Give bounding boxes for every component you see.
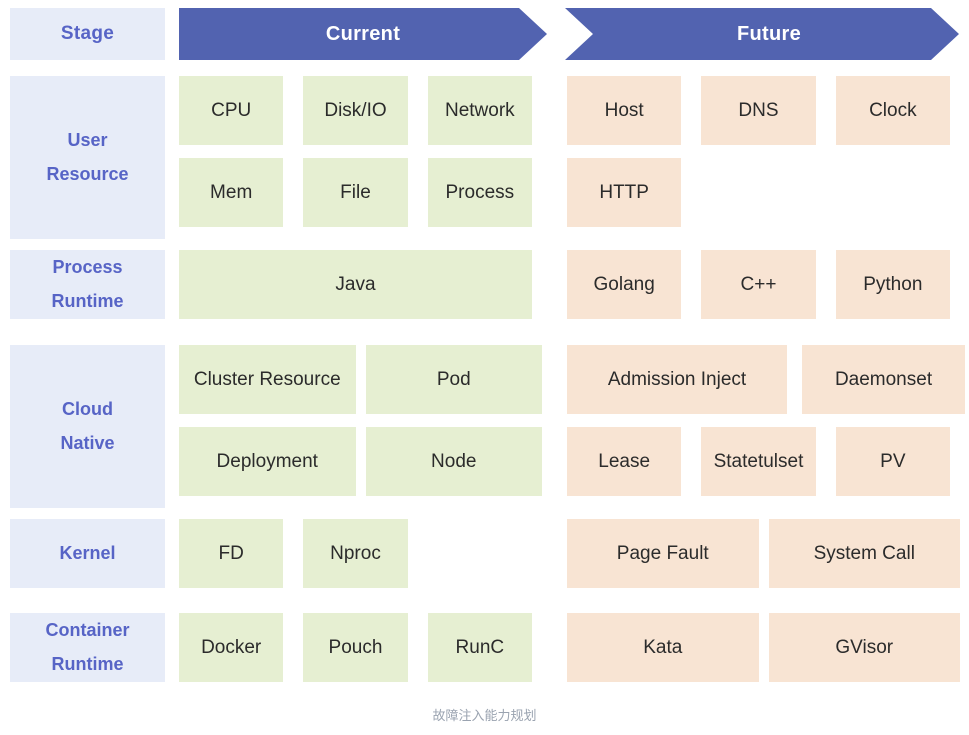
- capability-cell: Docker: [179, 613, 284, 682]
- capability-cell: File: [303, 158, 408, 227]
- stage-cell: User Resource: [10, 76, 165, 239]
- stage-cell-line: Kernel: [59, 542, 116, 563]
- stage-cell-line: Runtime: [51, 290, 124, 311]
- capability-cell: Page Fault: [567, 519, 759, 588]
- stage-cell-line: Process: [52, 257, 123, 278]
- header-future-label: Future: [736, 22, 802, 45]
- stage-cell-line: Cloud: [62, 399, 113, 420]
- diagram-row: User Resource CPU Disk/IO Network Mem File Proc…: [0, 76, 969, 239]
- capability-cell: DNS: [701, 76, 816, 145]
- capability-cell: Golang: [567, 250, 682, 319]
- capability-roadmap-diagram: Stage Current Future User Resource CPU Disk…: [0, 0, 969, 735]
- capability-cell: Pouch: [303, 613, 408, 682]
- diagram-row: Container Runtime Docker Pouch RunC Kata GViso…: [0, 613, 969, 682]
- capability-cell: Cluster Resource: [179, 345, 356, 414]
- capability-cell: Daemonset: [802, 345, 965, 414]
- capability-cell: PV: [835, 427, 950, 496]
- capability-cell: Nproc: [303, 519, 408, 588]
- capability-cell: Java: [179, 250, 532, 319]
- stage-cell: Process Runtime: [10, 250, 165, 319]
- capability-cell: Clock: [835, 76, 950, 145]
- stage-cell: Cloud Native: [10, 345, 165, 508]
- capability-cell: Host: [567, 76, 682, 145]
- stage-cell: Container Runtime: [10, 613, 165, 682]
- capability-cell: Admission Inject: [567, 345, 788, 414]
- header-stage-label: Stage: [10, 8, 165, 60]
- capability-cell: Network: [427, 76, 532, 145]
- header-current-label: Current: [325, 22, 401, 45]
- diagram-header: Stage Current Future: [0, 8, 969, 60]
- capability-cell: Pod: [365, 345, 542, 414]
- diagram-caption: 故障注入能力规划: [432, 708, 537, 723]
- capability-cell: Kata: [567, 613, 759, 682]
- stage-cell-line: Native: [60, 432, 115, 453]
- capability-cell: RunC: [427, 613, 532, 682]
- stage-cell-line: Resource: [46, 163, 129, 184]
- header-current-arrow: Current: [179, 8, 547, 60]
- stage-cell-line: Container: [45, 620, 130, 641]
- diagram-row: Kernel FD Nproc Page Fault System Call: [0, 519, 969, 588]
- capability-cell: Deployment: [179, 427, 356, 496]
- diagram-row: Process Runtime Java Golang C++ Python: [0, 250, 969, 319]
- capability-cell: CPU: [179, 76, 284, 145]
- capability-cell: FD: [179, 519, 284, 588]
- capability-cell: C++: [701, 250, 816, 319]
- capability-cell: GVisor: [768, 613, 960, 682]
- capability-cell: Node: [365, 427, 542, 496]
- capability-cell: System Call: [768, 519, 960, 588]
- header-future-arrow: Future: [565, 8, 959, 60]
- capability-cell: HTTP: [567, 158, 682, 227]
- stage-cell-line: Runtime: [51, 653, 124, 674]
- capability-cell: Lease: [567, 427, 682, 496]
- capability-cell: Process: [427, 158, 532, 227]
- capability-cell: Statetulset: [701, 427, 816, 496]
- capability-cell: Disk/IO: [303, 76, 408, 145]
- stage-cell: Kernel: [10, 519, 165, 588]
- stage-cell-line: User: [67, 130, 108, 151]
- diagram-row: Cloud Native Cluster Resource Pod Deployment…: [0, 345, 969, 508]
- capability-cell: Python: [835, 250, 950, 319]
- capability-cell: Mem: [179, 158, 284, 227]
